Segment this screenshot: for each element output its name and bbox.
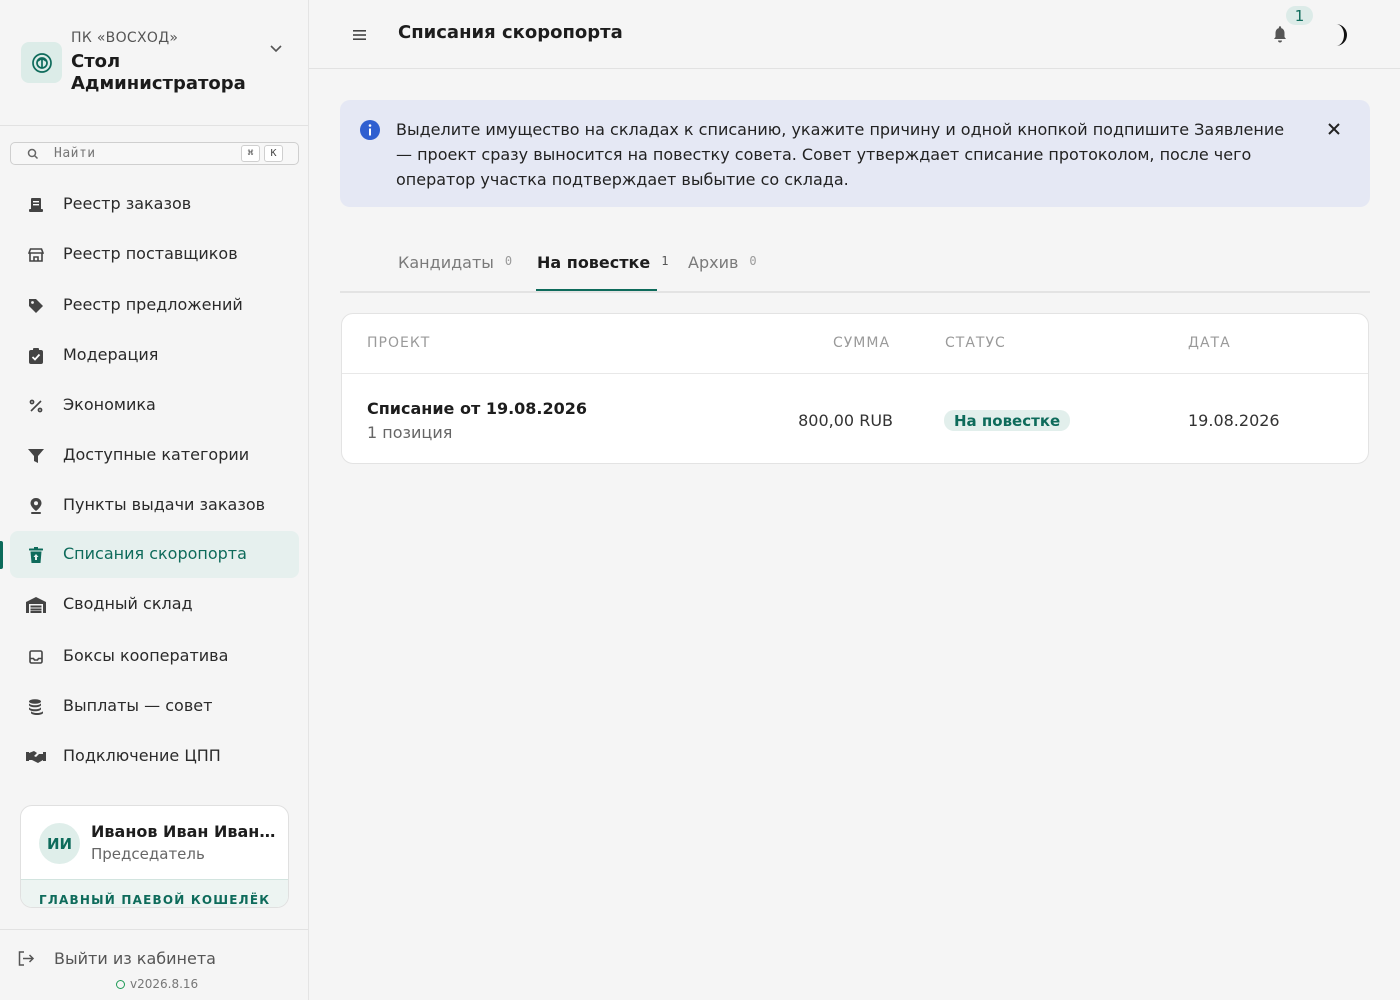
logout-icon xyxy=(16,948,36,968)
sidebar-item-label: Доступные категории xyxy=(63,445,250,464)
menu-icon[interactable] xyxy=(350,25,370,45)
chevron-down-icon[interactable] xyxy=(268,40,284,56)
banner-text: Выделите имущество на складах к списанию… xyxy=(396,120,1285,189)
receipt-icon xyxy=(26,195,46,215)
tab-count: 0 xyxy=(749,253,757,268)
tab-count: 0 xyxy=(504,253,513,268)
active-tab-indicator xyxy=(536,289,657,291)
close-icon xyxy=(1328,123,1340,135)
org-title: Стол Администратора xyxy=(71,51,246,94)
tab-agenda[interactable]: На повестке 1 xyxy=(537,232,668,293)
handshake-icon xyxy=(26,747,46,767)
percent-icon xyxy=(26,396,46,416)
tag-icon xyxy=(26,296,46,316)
sidebar-item-payouts[interactable]: Выплаты — совет xyxy=(10,683,299,730)
sidebar-item-label: Боксы кооператива xyxy=(63,646,229,665)
sidebar-item-economics[interactable]: Экономика xyxy=(10,382,299,429)
tabs: Кандидаты 0 На повестке 1 Архив 0 xyxy=(340,232,1370,293)
org-logo-icon xyxy=(21,42,62,83)
wallet-link[interactable]: ГЛАВНЫЙ ПАЕВОЙ КОШЕЛЁК xyxy=(21,879,288,907)
project-sum: 800,00 RUB xyxy=(798,411,893,430)
sidebar-item-categories[interactable]: Доступные категории xyxy=(10,432,299,479)
org-subtitle: ПК «ВОСХОД» xyxy=(71,30,179,46)
page-title: Списания скоропорта xyxy=(398,22,623,43)
sidebar-item-label: Выплаты — совет xyxy=(63,696,213,715)
version-text: v2026.8.16 xyxy=(130,977,199,991)
sidebar-item-suppliers[interactable]: Реестр поставщиков xyxy=(10,231,299,278)
sidebar-item-pickup-points[interactable]: Пункты выдачи заказов xyxy=(10,482,299,529)
filter-icon xyxy=(26,446,46,466)
sidebar-item-cpp[interactable]: Подключение ЦПП xyxy=(10,733,299,780)
moon-icon[interactable] xyxy=(1325,21,1353,49)
tab-count: 1 xyxy=(661,253,669,268)
sidebar: ПК «ВОСХОД» Стол Администратора Найти ⌘ … xyxy=(0,0,309,1000)
column-header-project: ПРОЕКТ xyxy=(367,335,431,351)
sidebar-item-writeoffs[interactable]: Списания скоропорта xyxy=(10,531,299,578)
user-role: Председатель xyxy=(91,845,205,863)
shortcut-k-key: K xyxy=(264,145,283,162)
project-date: 19.08.2026 xyxy=(1188,411,1280,430)
column-header-date: ДАТА xyxy=(1188,335,1231,351)
close-button[interactable] xyxy=(1324,119,1344,139)
user-card[interactable]: ИИ Иванов Иван Иванович Председатель ГЛА… xyxy=(20,805,289,908)
sidebar-item-moderation[interactable]: Модерация xyxy=(10,332,299,379)
divider xyxy=(0,929,308,930)
sidebar-item-label: Экономика xyxy=(63,395,156,414)
sidebar-item-orders[interactable]: Реестр заказов xyxy=(10,181,299,228)
coins-icon xyxy=(26,697,46,717)
sidebar-item-label: Реестр заказов xyxy=(63,194,192,213)
logout-button[interactable]: Выйти из кабинета xyxy=(16,942,216,974)
notification-badge: 1 xyxy=(1286,6,1313,25)
info-banner: Выделите имущество на складах к списанию… xyxy=(340,100,1370,207)
store-icon xyxy=(26,245,46,265)
writeoff-table: ПРОЕКТ СУММА СТАТУС ДАТА Списание от 19.… xyxy=(341,313,1369,464)
warehouse-icon xyxy=(26,595,46,615)
divider xyxy=(342,373,1368,374)
project-title[interactable]: Списание от 19.08.2026 xyxy=(367,399,587,418)
project-items-count: 1 позиция xyxy=(367,423,453,442)
shortcut-mod-key: ⌘ xyxy=(241,145,260,162)
tab-archive[interactable]: Архив 0 xyxy=(688,232,757,293)
logout-label: Выйти из кабинета xyxy=(54,948,216,968)
info-icon xyxy=(360,120,380,140)
sidebar-item-warehouse[interactable]: Сводный склад xyxy=(10,581,299,628)
column-header-sum: СУММА xyxy=(833,335,891,351)
trash-upload-icon xyxy=(26,545,46,565)
top-bar: Списания скоропорта 1 xyxy=(309,0,1400,69)
avatar: ИИ xyxy=(39,823,80,864)
user-name: Иванов Иван Иванович xyxy=(91,822,276,841)
sidebar-item-label: Реестр поставщиков xyxy=(63,244,238,263)
sidebar-item-label: Реестр предложений xyxy=(63,295,243,314)
sidebar-item-label: Модерация xyxy=(63,345,159,364)
column-header-status: СТАТУС xyxy=(945,335,1006,351)
sidebar-item-boxes[interactable]: Боксы кооператива xyxy=(10,633,299,680)
clipboard-check-icon xyxy=(26,346,46,366)
tab-label: Кандидаты xyxy=(398,253,494,272)
app-version: v2026.8.16 xyxy=(116,977,198,991)
sidebar-item-label: Сводный склад xyxy=(63,594,193,613)
inbox-icon xyxy=(26,647,46,667)
sidebar-item-label: Подключение ЦПП xyxy=(63,746,221,765)
tab-candidates[interactable]: Кандидаты 0 xyxy=(398,232,512,293)
active-indicator xyxy=(0,541,3,569)
org-switcher[interactable]: ПК «ВОСХОД» Стол Администратора xyxy=(0,0,308,126)
tab-label: Архив xyxy=(688,253,739,272)
sidebar-item-label: Списания скоропорта xyxy=(63,544,247,563)
status-badge: На повестке xyxy=(944,410,1071,431)
search-input[interactable]: Найти ⌘ K xyxy=(10,142,299,165)
map-pin-icon xyxy=(26,496,46,516)
search-placeholder: Найти xyxy=(54,146,96,161)
wallet-label: ГЛАВНЫЙ ПАЕВОЙ КОШЕЛЁК xyxy=(39,893,271,907)
tab-label: На повестке xyxy=(537,253,651,272)
sidebar-item-label: Пункты выдачи заказов xyxy=(63,495,266,514)
sidebar-item-offers[interactable]: Реестр предложений xyxy=(10,282,299,329)
bell-icon[interactable] xyxy=(1271,25,1289,45)
status-dot-icon xyxy=(116,979,125,989)
search-icon xyxy=(27,148,39,160)
